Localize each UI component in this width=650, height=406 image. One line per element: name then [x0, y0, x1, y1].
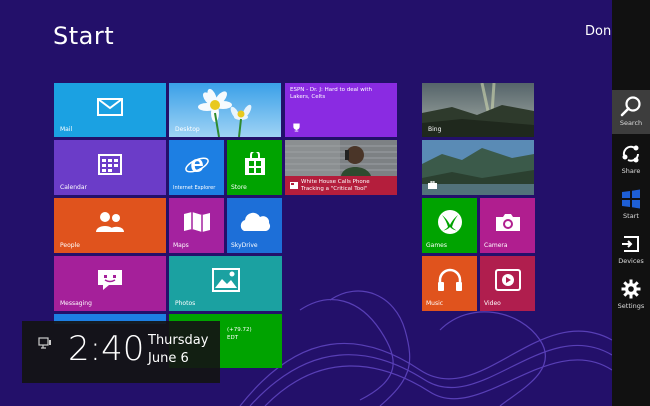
tile-label-calendar: Calendar — [60, 184, 87, 191]
clock-time: 2:40 — [68, 329, 145, 369]
tile-calendar[interactable]: Calendar — [54, 140, 166, 195]
store-icon — [244, 152, 265, 176]
news-photo-image — [285, 140, 397, 176]
charm-devices[interactable]: Devices — [612, 228, 650, 272]
charm-label-share: Share — [621, 167, 641, 175]
tile-label-video: Video — [484, 300, 501, 307]
mail-icon — [97, 97, 123, 116]
messaging-icon — [98, 270, 122, 291]
tile-bing[interactable]: Bing — [422, 83, 534, 137]
tile-label-games: Games — [426, 242, 447, 249]
charm-label-search: Search — [619, 119, 643, 127]
tile-store[interactable]: Store — [227, 140, 282, 195]
tile-skydrive[interactable]: SkyDrive — [227, 198, 282, 253]
tile-label-bing: Bing — [428, 126, 442, 133]
tile-travel[interactable] — [422, 140, 534, 195]
tile-label-store: Store — [231, 184, 247, 191]
charms-bar: Search Share Start Devices Settings — [612, 0, 650, 406]
tile-news[interactable]: White House Calls Phone Tracking a "Crit… — [285, 140, 397, 195]
tile-video[interactable]: Video — [480, 256, 535, 311]
clock-date: June 6 — [148, 351, 189, 366]
start-screen: Start Don Mail Calendar People Messaging — [0, 0, 612, 406]
user-account-name[interactable]: Don — [585, 24, 611, 39]
gear-icon — [621, 279, 641, 299]
video-play-icon — [494, 269, 521, 292]
clock-day: Thursday — [148, 333, 209, 348]
tile-label-internet-explorer: Internet Explorer — [173, 185, 216, 191]
camera-icon — [495, 214, 520, 232]
tile-mail[interactable]: Mail — [54, 83, 166, 137]
travel-mountain-image — [422, 140, 534, 195]
tile-desktop[interactable]: Desktop — [169, 83, 281, 137]
tile-messaging[interactable]: Messaging — [54, 256, 166, 311]
tile-label-people: People — [60, 242, 80, 249]
internet-explorer-icon: e — [184, 151, 209, 177]
charm-start[interactable]: Start — [612, 183, 650, 227]
network-status-icon — [38, 337, 51, 349]
windows-icon — [622, 189, 640, 209]
tile-label-maps: Maps — [173, 242, 189, 249]
calendar-icon — [98, 154, 122, 176]
tile-people[interactable]: People — [54, 198, 166, 253]
charm-label-devices: Devices — [618, 257, 644, 265]
people-icon — [96, 212, 124, 233]
charm-settings[interactable]: Settings — [612, 273, 650, 317]
news-headline-text: White House Calls Phone Tracking a "Crit… — [301, 179, 370, 192]
finance-change: (+79.72) — [227, 327, 252, 333]
search-icon — [620, 96, 641, 117]
charm-share[interactable]: Share — [612, 138, 650, 182]
finance-time: EDT — [227, 335, 239, 341]
headphones-music-icon — [437, 268, 462, 292]
trophy-icon — [293, 123, 300, 132]
tile-maps[interactable]: Maps — [169, 198, 224, 253]
charm-label-settings: Settings — [617, 302, 645, 310]
news-headline-bar: White House Calls Phone Tracking a "Crit… — [285, 176, 397, 195]
tile-label-desktop: Desktop — [175, 126, 200, 133]
tile-espn-news[interactable]: ESPN - Dr. J: Hard to deal with Lakers, … — [285, 83, 397, 137]
charm-label-start: Start — [623, 212, 639, 220]
xbox-games-icon — [437, 210, 462, 235]
skydrive-cloud-icon — [240, 212, 270, 232]
tile-label-mail: Mail — [60, 126, 73, 133]
tile-photos[interactable]: Photos — [169, 256, 282, 311]
devices-icon — [622, 236, 639, 252]
tile-music[interactable]: Music — [422, 256, 477, 311]
tile-label-skydrive: SkyDrive — [231, 242, 258, 249]
maps-icon — [183, 212, 210, 233]
share-icon — [622, 145, 639, 163]
svg-text:e: e — [190, 151, 203, 177]
tile-label-messaging: Messaging — [60, 300, 92, 307]
tile-camera[interactable]: Camera — [480, 198, 535, 253]
photos-icon — [211, 268, 240, 293]
travel-suitcase-icon — [428, 181, 437, 189]
clock-overlay: 2:40 Thursday June 6 — [22, 321, 220, 383]
charm-search[interactable]: Search — [612, 90, 650, 134]
start-title: Start — [53, 22, 115, 50]
espn-headline: ESPN - Dr. J: Hard to deal with Lakers, … — [290, 87, 372, 100]
tile-label-music: Music — [426, 300, 444, 307]
tile-games[interactable]: Games — [422, 198, 477, 253]
news-icon — [290, 182, 298, 189]
tile-label-camera: Camera — [484, 242, 508, 249]
tile-internet-explorer[interactable]: e Internet Explorer — [169, 140, 224, 195]
tile-label-photos: Photos — [175, 300, 196, 307]
